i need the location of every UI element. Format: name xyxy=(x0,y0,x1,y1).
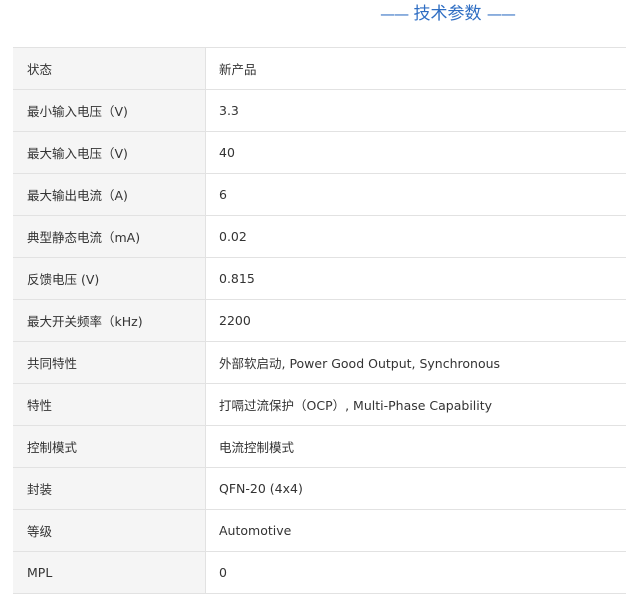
heading-title: 技术参数 xyxy=(413,4,482,24)
param-value-cell: 外部软启动, Power Good Output, Synchronous xyxy=(205,341,626,384)
heading-dash-right: —— xyxy=(486,5,516,23)
parameters-table-body: 状态 新产品 最小输入电压（V) 3.3 最大输入电压（V) 40 最大输出电流（A) 6 典型… xyxy=(13,47,626,594)
param-name-cell: 封装 xyxy=(13,467,206,510)
param-value-cell: 0.02 xyxy=(205,215,626,258)
param-name-cell: 控制模式 xyxy=(13,425,206,468)
table-row: 最大输入电压（V) 40 xyxy=(13,131,626,174)
table-row: 封装 QFN-20 (4x4) xyxy=(13,467,626,510)
table-row: 共同特性 外部软启动, Power Good Output, Synchronou… xyxy=(13,341,626,384)
table-row: MPL 0 xyxy=(13,551,626,594)
parameters-table: 状态 新产品 最小输入电压（V) 3.3 最大输入电压（V) 40 最大输出电流（A) 6 典型… xyxy=(13,47,626,594)
param-value-cell: QFN-20 (4x4) xyxy=(205,467,626,510)
param-value-cell: 新产品 xyxy=(205,47,626,90)
param-value-cell: 0 xyxy=(205,551,626,594)
table-row: 最小输入电压（V) 3.3 xyxy=(13,89,626,132)
param-name-cell: 状态 xyxy=(13,47,206,90)
param-value-cell: 打嗝过流保护（OCP）, Multi-Phase Capability xyxy=(205,383,626,426)
table-row: 反馈电压 (V) 0.815 xyxy=(13,257,626,300)
table-row: 典型静态电流（mA) 0.02 xyxy=(13,215,626,258)
param-name-cell: 最大开关频率（kHz) xyxy=(13,299,206,342)
param-name-cell: 最大输出电流（A) xyxy=(13,173,206,216)
param-name-cell: 等级 xyxy=(13,509,206,552)
param-name-cell: 反馈电压 (V) xyxy=(13,257,206,300)
param-value-cell: 2200 xyxy=(205,299,626,342)
param-name-cell: 特性 xyxy=(13,383,206,426)
param-value-cell: 0.815 xyxy=(205,257,626,300)
table-row: 状态 新产品 xyxy=(13,47,626,90)
param-name-cell: 最大输入电压（V) xyxy=(13,131,206,174)
table-row: 最大开关频率（kHz) 2200 xyxy=(13,299,626,342)
param-value-cell: Automotive xyxy=(205,509,626,552)
table-row: 最大输出电流（A) 6 xyxy=(13,173,626,216)
param-name-cell: 共同特性 xyxy=(13,341,206,384)
param-value-cell: 电流控制模式 xyxy=(205,425,626,468)
table-row: 控制模式 电流控制模式 xyxy=(13,425,626,468)
param-value-cell: 3.3 xyxy=(205,89,626,132)
section-heading: —— 技术参数 —— xyxy=(0,0,626,30)
table-row: 特性 打嗝过流保护（OCP）, Multi-Phase Capability xyxy=(13,383,626,426)
param-value-cell: 40 xyxy=(205,131,626,174)
heading-dash-left: —— xyxy=(380,5,409,23)
table-row: 等级 Automotive xyxy=(13,509,626,552)
param-value-cell: 6 xyxy=(205,173,626,216)
param-name-cell: 最小输入电压（V) xyxy=(13,89,206,132)
param-name-cell: MPL xyxy=(13,551,206,594)
param-name-cell: 典型静态电流（mA) xyxy=(13,215,206,258)
